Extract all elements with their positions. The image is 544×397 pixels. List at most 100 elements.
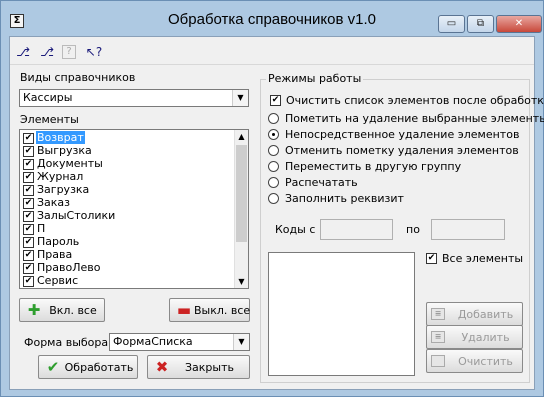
item-label: Сервис: [37, 274, 79, 287]
minimize-button[interactable]: ▭: [438, 15, 465, 33]
add-button[interactable]: ≡ Добавить: [426, 302, 523, 326]
toolbar-tool-2-icon[interactable]: ⎇: [38, 43, 56, 61]
mode-label: Непосредственное удаление элементов: [285, 128, 520, 141]
mode-radio[interactable]: Переместить в другую группу: [268, 160, 528, 174]
chevron-down-icon[interactable]: ▼: [233, 334, 249, 350]
maximize-button[interactable]: ⧉: [467, 15, 494, 33]
catalog-type-select[interactable]: Кассиры ▼: [19, 89, 249, 107]
uncheck-all-label: Выкл. все: [194, 304, 251, 317]
add-item-icon: ≡: [431, 308, 445, 320]
radio-button[interactable]: [268, 113, 279, 124]
codes-to-input[interactable]: [431, 219, 505, 240]
radio-button[interactable]: [268, 193, 279, 204]
toolbar-help-icon[interactable]: ?: [62, 45, 76, 59]
scroll-up-icon[interactable]: ▲: [235, 130, 248, 143]
toolbar: ⎇ ⎇ ? ↖?: [10, 37, 534, 65]
list-item[interactable]: ✔ ЗалыСтолики: [23, 209, 228, 223]
item-label: Пароль: [37, 235, 80, 248]
mode-label: Переместить в другую группу: [285, 160, 462, 173]
form-select[interactable]: ФормаСписка ▼: [109, 333, 250, 351]
item-checkbox[interactable]: ✔: [23, 159, 34, 170]
item-label: Заказ: [37, 196, 71, 209]
radio-button[interactable]: [268, 177, 279, 188]
clear-button[interactable]: Очистить: [426, 349, 523, 373]
item-label: Возврат: [36, 131, 85, 144]
checkmark-icon: ✔: [46, 358, 60, 376]
item-label: Загрузка: [37, 183, 90, 196]
clear-after-box[interactable]: ✔: [270, 95, 281, 106]
item-label: Выгрузка: [37, 144, 92, 157]
all-elements-label: Все элементы: [442, 252, 524, 265]
toolbar-tool-1-icon[interactable]: ⎇: [14, 43, 32, 61]
mode-label: Пометить на удаление выбранные элементы: [285, 112, 544, 125]
item-checkbox[interactable]: ✔: [23, 211, 34, 222]
clear-after-checkbox[interactable]: ✔ Очистить список элементов после обрабо…: [270, 94, 544, 108]
form-value: ФормаСписка: [113, 335, 193, 348]
item-label: ПравоЛево: [37, 261, 101, 274]
form-label: Форма выбора: [24, 336, 109, 349]
add-label: Добавить: [457, 308, 514, 321]
item-checkbox[interactable]: ✔: [23, 224, 34, 235]
elements-label: Элементы: [20, 113, 79, 126]
radio-button[interactable]: [268, 145, 279, 156]
radio-button[interactable]: [268, 161, 279, 172]
selected-elements-list[interactable]: [268, 252, 415, 376]
radio-button[interactable]: [268, 129, 279, 140]
all-elements-checkbox[interactable]: ✔ Все элементы: [426, 252, 530, 266]
process-label: Обработать: [64, 361, 134, 374]
item-checkbox[interactable]: ✔: [23, 263, 34, 274]
process-button[interactable]: ✔ Обработать: [38, 355, 138, 379]
codes-to-label: по: [406, 223, 420, 236]
toolbar-context-help-icon[interactable]: ↖?: [82, 43, 106, 61]
codes-from-input[interactable]: [320, 219, 393, 240]
client-area: ⎇ ⎇ ? ↖? Виды справочников Кассиры ▼ Эле…: [9, 36, 544, 390]
mode-radio[interactable]: Отменить пометку удаления элементов: [268, 144, 528, 158]
close-icon: ✖: [155, 358, 169, 376]
item-checkbox[interactable]: ✔: [23, 172, 34, 183]
mode-radio[interactable]: Распечатать: [268, 176, 528, 190]
catalog-type-value: Кассиры: [23, 91, 73, 104]
elements-scrollbar[interactable]: ▲ ▼: [234, 130, 248, 288]
codes-from-label: Коды с: [275, 223, 316, 236]
item-checkbox[interactable]: ✔: [23, 146, 34, 157]
close-window-button[interactable]: ✕: [496, 15, 542, 33]
chevron-down-icon[interactable]: ▼: [232, 90, 248, 106]
remove-item-icon: ≡: [431, 331, 445, 343]
mode-radio[interactable]: Пометить на удаление выбранные элементы: [268, 112, 544, 126]
mode-radio[interactable]: Заполнить реквизит: [268, 192, 528, 206]
minus-icon: ▬: [176, 301, 192, 319]
clear-after-label: Очистить список элементов после обработк…: [286, 94, 544, 107]
catalog-types-label: Виды справочников: [20, 71, 136, 84]
mode-label: Распечатать: [285, 176, 358, 189]
item-label: Журнал: [37, 170, 84, 183]
plus-icon: ✚: [27, 301, 41, 319]
elements-list[interactable]: ✔ Возврат ✔ Выгрузка ✔ Документы ✔ Журнал ✔ Загру…: [19, 129, 249, 289]
item-checkbox[interactable]: ✔: [23, 133, 34, 144]
list-item[interactable]: ✔ Сервис: [23, 274, 228, 288]
clear-list-icon: [431, 355, 445, 367]
item-label: Права: [37, 248, 73, 261]
mode-label: Заполнить реквизит: [285, 192, 404, 205]
item-label: П: [37, 222, 46, 235]
item-checkbox[interactable]: ✔: [23, 250, 34, 261]
item-label: ЗалыСтолики: [37, 209, 116, 222]
uncheck-all-button[interactable]: ▬ Выкл. все: [169, 298, 250, 322]
scroll-down-icon[interactable]: ▼: [235, 275, 248, 288]
check-all-label: Вкл. все: [49, 304, 97, 317]
mode-label: Отменить пометку удаления элементов: [285, 144, 519, 157]
remove-label: Удалить: [461, 331, 510, 344]
close-label: Закрыть: [185, 361, 234, 374]
mode-radio[interactable]: Непосредственное удаление элементов: [268, 128, 528, 142]
item-label: Документы: [37, 157, 103, 170]
application-window: Σ Обработка справочников v1.0 ▭ ⧉ ✕ ⎇ ⎇ …: [0, 0, 544, 397]
check-all-button[interactable]: ✚ Вкл. все: [19, 298, 105, 322]
item-checkbox[interactable]: ✔: [23, 198, 34, 209]
scroll-thumb[interactable]: [236, 145, 247, 242]
close-button[interactable]: ✖ Закрыть: [147, 355, 250, 379]
item-checkbox[interactable]: ✔: [23, 237, 34, 248]
title-bar[interactable]: Σ Обработка справочников v1.0 ▭ ⧉ ✕: [1, 1, 543, 34]
all-elements-box[interactable]: ✔: [426, 253, 437, 264]
item-checkbox[interactable]: ✔: [23, 185, 34, 196]
remove-button[interactable]: ≡ Удалить: [426, 325, 523, 349]
item-checkbox[interactable]: ✔: [23, 276, 34, 287]
